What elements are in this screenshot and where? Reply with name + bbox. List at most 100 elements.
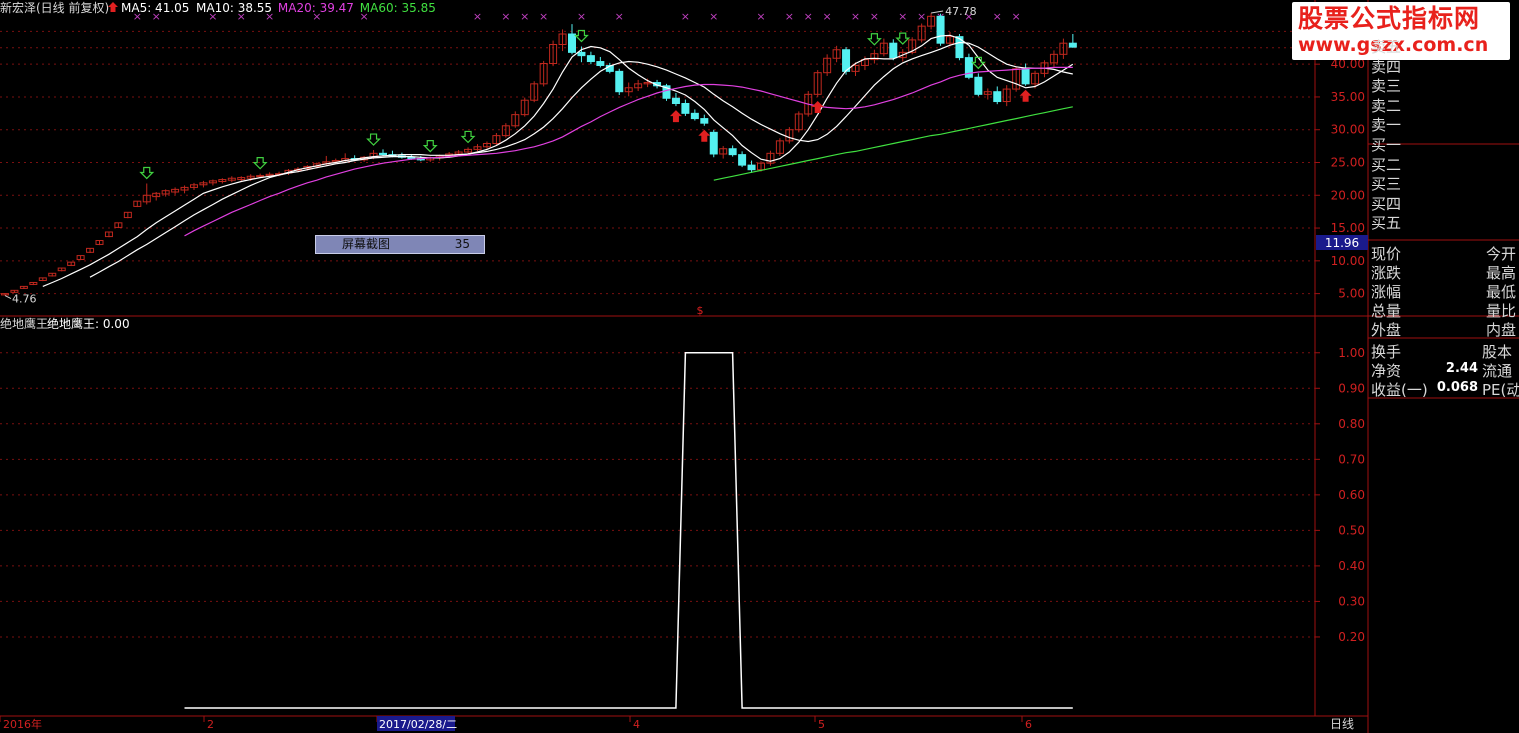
- candle-body: [936, 15, 945, 44]
- candle-body: [577, 51, 586, 57]
- signal-x-marker: ×: [473, 10, 482, 23]
- signal-x-marker: ×: [520, 10, 529, 23]
- signal-x-marker: ×: [756, 10, 765, 23]
- indicator-tick-label: 0.50: [1338, 523, 1365, 537]
- price-tick-label: 5.00: [1338, 287, 1365, 301]
- fin-field-label-right: 流通: [1482, 362, 1513, 380]
- screenshot-count: 35: [454, 237, 470, 251]
- signal-x-marker: ×: [917, 10, 926, 23]
- time-axis-label: 4: [633, 718, 640, 731]
- price-tick-label: 30.00: [1331, 123, 1365, 137]
- price-tick-label: 20.00: [1331, 188, 1365, 202]
- ma-value-label: MA5: 41.05: [121, 1, 189, 15]
- indicator-line: [184, 352, 1073, 709]
- indicator-tick-label: 0.80: [1338, 417, 1365, 431]
- signal-x-marker: ×: [501, 10, 510, 23]
- signal-x-marker: ×: [785, 10, 794, 23]
- sell-arrow-icon: [574, 29, 589, 43]
- signal-x-marker: ×: [804, 10, 813, 23]
- fin-field-label: 换手: [1371, 343, 1402, 361]
- candle-body: [568, 33, 576, 53]
- signal-x-marker: ×: [898, 10, 907, 23]
- order-book-label: 卖一: [1371, 116, 1402, 135]
- indicator-value-label: 绝地鹰王: 0.00: [47, 316, 130, 331]
- indicator-tick-label: 0.20: [1338, 630, 1365, 644]
- quote-field-label: 涨幅: [1371, 283, 1402, 301]
- quote-field-label-right: 最高: [1485, 264, 1516, 282]
- indicator-tick-label: 0.90: [1338, 381, 1365, 395]
- watermark-title: 股票公式指标网: [1298, 4, 1481, 33]
- candle-body: [709, 131, 718, 155]
- candle-body: [671, 97, 680, 104]
- candle-body: [993, 91, 1002, 103]
- candle-body: [379, 152, 387, 156]
- candle-body: [747, 164, 756, 171]
- ma-value-label: MA60: 35.85: [360, 1, 436, 15]
- ma-value-label: MA20: 39.47: [278, 1, 354, 15]
- candle-body: [700, 118, 709, 124]
- order-book-label: 买一: [1371, 136, 1402, 154]
- candle-body: [974, 76, 983, 95]
- current-price-value: 11.96: [1325, 236, 1359, 250]
- time-axis-label: 2017/02/28/二: [379, 718, 457, 731]
- buy-arrow-icon: [698, 129, 711, 142]
- time-axis-label: 5: [818, 718, 825, 731]
- divider-marker: $: [697, 304, 704, 317]
- quote-field-label-right: 今开: [1485, 245, 1516, 263]
- period-label: 日线: [1330, 717, 1354, 731]
- candle-body: [690, 112, 699, 120]
- sell-arrow-icon: [366, 133, 381, 146]
- signal-x-marker: ×: [823, 10, 832, 23]
- buy-arrow-icon: [1019, 89, 1032, 102]
- quote-field-label-right: 量比: [1485, 302, 1516, 320]
- order-book-label: 买四: [1371, 194, 1402, 213]
- signal-x-marker: ×: [1012, 10, 1021, 23]
- stock-chart: 5.0010.0015.0020.0025.0030.0035.0040.00×…: [0, 0, 1519, 733]
- screenshot-label: 屏幕截图: [342, 237, 391, 251]
- order-book-label: 买五: [1371, 214, 1402, 233]
- signal-x-marker: ×: [709, 10, 718, 23]
- low-pointer: [4, 295, 12, 300]
- price-tick-label: 25.00: [1331, 156, 1365, 170]
- low-price-label: 4.76: [12, 293, 37, 306]
- candle-body: [596, 61, 605, 66]
- signal-x-marker: ×: [615, 10, 624, 23]
- price-tick-label: 35.00: [1331, 90, 1365, 104]
- quote-field-label: 现价: [1371, 245, 1402, 263]
- quote-field-label: 外盘: [1371, 321, 1402, 339]
- candle-body: [407, 156, 416, 160]
- price-tick-label: 10.00: [1331, 254, 1365, 268]
- fin-field-value: 2.44: [1445, 361, 1478, 376]
- indicator-tick-label: 0.40: [1338, 559, 1365, 573]
- order-book-label: 卖二: [1371, 96, 1402, 115]
- fin-field-value: 0.068: [1436, 380, 1478, 395]
- indicator-tick-label: 0.60: [1338, 488, 1365, 502]
- stock-title: 新宏泽(日线 前复权): [0, 0, 109, 15]
- indicator-title: 绝地鹰王: [0, 316, 48, 331]
- signal-x-marker: ×: [577, 10, 586, 23]
- order-book-label: 卖四: [1371, 57, 1402, 76]
- order-book-label: 卖五: [1371, 38, 1402, 56]
- indicator-tick-label: 0.30: [1338, 594, 1365, 608]
- sell-arrow-icon: [139, 166, 155, 180]
- price-tick-label: 15.00: [1331, 221, 1365, 235]
- sell-arrow-icon: [895, 32, 911, 45]
- candle-body: [586, 55, 595, 63]
- time-axis-label: 2016年: [3, 717, 42, 731]
- fin-field-label: 净资: [1371, 362, 1402, 380]
- candle-body: [256, 175, 265, 178]
- candle-body: [889, 42, 898, 59]
- screenshot-tooltip[interactable]: 屏幕截图 35: [315, 235, 485, 254]
- ma-line-ma60: [713, 106, 1073, 181]
- signal-x-marker: ×: [993, 10, 1002, 23]
- signal-x-marker: ×: [539, 10, 548, 23]
- order-book-label: 买三: [1371, 175, 1402, 194]
- ma-line-ma10: [89, 41, 1073, 278]
- candle-body: [1068, 42, 1077, 48]
- signal-x-marker: ×: [681, 10, 690, 23]
- indicator-tick-label: 1.00: [1338, 346, 1365, 360]
- quote-field-label-right: 内盘: [1485, 321, 1516, 339]
- candle-body: [738, 154, 747, 166]
- candle-body: [681, 103, 690, 114]
- sell-arrow-icon: [970, 56, 986, 70]
